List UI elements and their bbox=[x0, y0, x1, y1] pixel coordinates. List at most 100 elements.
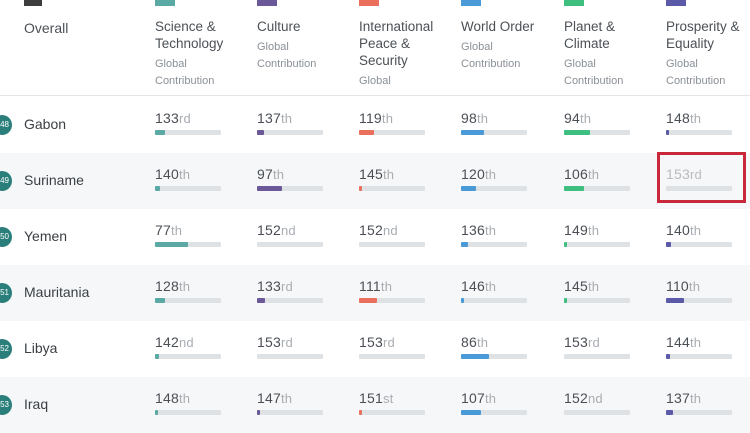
rank-number: 106 bbox=[564, 166, 588, 182]
country-name[interactable]: Gabon bbox=[24, 116, 66, 132]
rank-value: 137th bbox=[257, 110, 327, 126]
rank-cell[interactable]: 140th bbox=[155, 166, 225, 191]
rank-cell[interactable]: 152nd bbox=[359, 222, 429, 247]
rank-cell[interactable]: 133rd bbox=[257, 278, 327, 303]
rank-cell[interactable]: 97th bbox=[257, 166, 327, 191]
rank-number: 120 bbox=[461, 166, 485, 182]
column-header-3[interactable]: World Order bbox=[461, 18, 557, 35]
rank-cell[interactable]: 133rd bbox=[155, 110, 225, 135]
score-bar-track bbox=[155, 242, 221, 247]
rank-cell[interactable]: 152nd bbox=[257, 222, 327, 247]
score-bar-track bbox=[257, 186, 323, 191]
column-color-swatch bbox=[461, 0, 481, 6]
rank-suffix: th bbox=[280, 391, 293, 406]
column-color-swatch bbox=[257, 0, 277, 6]
rank-cell[interactable]: 153rd bbox=[564, 334, 634, 359]
table-row[interactable]: 53 Iraq 148th 147th 151st 107th 152nd 137th bbox=[0, 377, 750, 433]
rank-suffix: st bbox=[382, 391, 394, 406]
rank-value: 111th bbox=[359, 278, 429, 294]
rank-suffix: th bbox=[170, 223, 183, 238]
score-bar-fill bbox=[461, 410, 481, 415]
column-header-2[interactable]: International Peace & Security bbox=[359, 18, 455, 69]
rank-cell[interactable]: 145th bbox=[359, 166, 429, 191]
score-bar-track bbox=[155, 186, 221, 191]
rank-cell[interactable]: 77th bbox=[155, 222, 225, 247]
rank-cell[interactable]: 153rd bbox=[359, 334, 429, 359]
score-bar-track bbox=[564, 130, 630, 135]
rank-cell[interactable]: 144th bbox=[666, 334, 736, 359]
table-row[interactable]: 52 Libya 142nd 153rd 153rd 86th 153rd 144th bbox=[0, 321, 750, 377]
rank-cell[interactable]: 120th bbox=[461, 166, 531, 191]
score-bar-track bbox=[666, 130, 732, 135]
country-name[interactable]: Iraq bbox=[24, 396, 48, 412]
rank-cell[interactable]: 148th bbox=[666, 110, 736, 135]
column-header-5[interactable]: Prosperity & Equality bbox=[666, 18, 750, 52]
rank-suffix: nd bbox=[280, 223, 296, 238]
rank-cell[interactable]: 119th bbox=[359, 110, 429, 135]
rank-badge: 51 bbox=[0, 283, 12, 303]
rank-cell[interactable]: 148th bbox=[155, 390, 225, 415]
score-bar-track bbox=[666, 410, 732, 415]
table-row[interactable]: 50 Yemen 77th 152nd 152nd 136th 149th 140th bbox=[0, 209, 750, 265]
rank-cell[interactable]: 136th bbox=[461, 222, 531, 247]
rank-cell[interactable]: 128th bbox=[155, 278, 225, 303]
rank-number: 152 bbox=[564, 390, 588, 406]
table-row[interactable]: 51 Mauritania 128th 133rd 111th 146th 145th 110… bbox=[0, 265, 750, 321]
rank-cell[interactable]: 152nd bbox=[564, 390, 634, 415]
rank-cell[interactable]: 147th bbox=[257, 390, 327, 415]
rank-suffix: th bbox=[689, 335, 702, 350]
rank-cell[interactable]: 146th bbox=[461, 278, 531, 303]
rank-suffix: rd bbox=[280, 335, 293, 350]
rank-value: 149th bbox=[564, 222, 634, 238]
score-bar-track bbox=[155, 130, 221, 135]
rank-number: 98 bbox=[461, 110, 477, 126]
rank-suffix: th bbox=[688, 279, 701, 294]
rank-suffix: nd bbox=[382, 223, 398, 238]
country-name[interactable]: Libya bbox=[24, 340, 57, 356]
rank-cell[interactable]: 149th bbox=[564, 222, 634, 247]
rank-value: 153rd bbox=[257, 334, 327, 350]
rank-value: 148th bbox=[666, 110, 736, 126]
rank-cell[interactable]: 140th bbox=[666, 222, 736, 247]
rank-cell[interactable]: 106th bbox=[564, 166, 634, 191]
score-bar-fill bbox=[155, 242, 188, 247]
rank-suffix: th bbox=[587, 279, 600, 294]
rank-cell[interactable]: 137th bbox=[257, 110, 327, 135]
score-bar-track bbox=[564, 298, 630, 303]
rank-suffix: th bbox=[484, 223, 497, 238]
rank-number: 107 bbox=[461, 390, 485, 406]
rank-cell[interactable]: 145th bbox=[564, 278, 634, 303]
score-bar-fill bbox=[461, 186, 476, 191]
rank-cell[interactable]: 142nd bbox=[155, 334, 225, 359]
score-bar-fill bbox=[564, 242, 567, 247]
rank-cell[interactable]: 137th bbox=[666, 390, 736, 415]
column-header-1[interactable]: Culture bbox=[257, 18, 353, 35]
column-header-0[interactable]: Science & Technology bbox=[155, 18, 251, 52]
rank-value: 120th bbox=[461, 166, 531, 182]
overall-column-header[interactable]: Overall bbox=[24, 20, 68, 36]
rank-cell[interactable]: 111th bbox=[359, 278, 429, 303]
rank-value: 153rd bbox=[359, 334, 429, 350]
rank-cell[interactable]: 107th bbox=[461, 390, 531, 415]
score-bar-fill bbox=[359, 130, 374, 135]
table-row[interactable]: 49 Suriname 140th 97th 145th 120th 106th 153rd bbox=[0, 153, 750, 209]
table-row[interactable]: 48 Gabon 133rd 137th 119th 98th 94th 148th bbox=[0, 97, 750, 153]
country-name[interactable]: Yemen bbox=[24, 228, 67, 244]
rank-cell[interactable]: 98th bbox=[461, 110, 531, 135]
rank-suffix: th bbox=[476, 335, 489, 350]
rank-suffix: th bbox=[280, 111, 293, 126]
rank-number: 144 bbox=[666, 334, 690, 350]
rank-number: 148 bbox=[666, 110, 690, 126]
rank-cell[interactable]: 94th bbox=[564, 110, 634, 135]
score-bar-fill bbox=[666, 410, 673, 415]
score-bar-track bbox=[564, 242, 630, 247]
rank-cell[interactable]: 110th bbox=[666, 278, 736, 303]
column-header-4[interactable]: Planet & Climate bbox=[564, 18, 660, 52]
rank-cell[interactable]: 153rd bbox=[257, 334, 327, 359]
rank-cell[interactable]: 151st bbox=[359, 390, 429, 415]
score-bar-fill bbox=[461, 130, 484, 135]
rank-cell[interactable]: 86th bbox=[461, 334, 531, 359]
country-name[interactable]: Mauritania bbox=[24, 284, 89, 300]
rank-suffix: rd bbox=[587, 335, 600, 350]
country-name[interactable]: Suriname bbox=[24, 172, 84, 188]
